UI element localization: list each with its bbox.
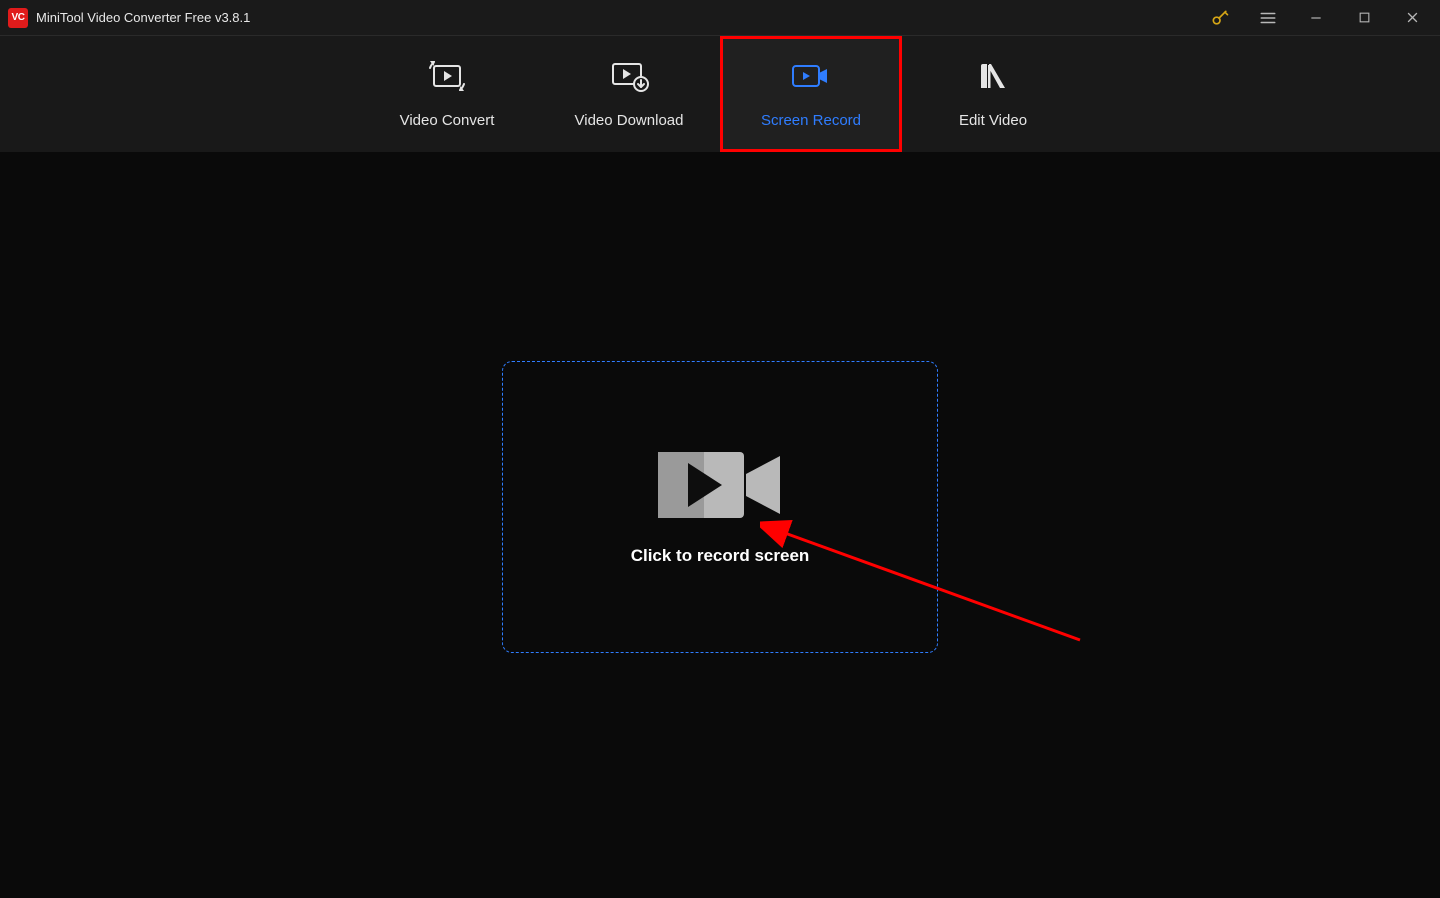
tab-video-convert[interactable]: Video Convert	[356, 36, 538, 152]
video-convert-icon	[425, 60, 469, 92]
close-button[interactable]	[1392, 3, 1432, 33]
titlebar: VC MiniTool Video Converter Free v3.8.1	[0, 0, 1440, 36]
camcorder-icon	[658, 448, 782, 522]
key-icon	[1210, 8, 1230, 28]
content-area: Click to record screen	[0, 152, 1440, 898]
video-download-icon	[607, 60, 651, 92]
maximize-button[interactable]	[1344, 3, 1384, 33]
edit-video-icon	[975, 60, 1011, 92]
screen-record-icon	[789, 60, 833, 92]
tab-label: Video Convert	[400, 112, 495, 129]
titlebar-controls	[1200, 3, 1432, 33]
tab-label: Video Download	[575, 112, 684, 129]
tab-video-download[interactable]: Video Download	[538, 36, 720, 152]
tab-label: Edit Video	[959, 112, 1027, 129]
tab-screen-record[interactable]: Screen Record	[720, 36, 902, 152]
record-cta-label: Click to record screen	[631, 546, 810, 566]
main-toolbar: Video Convert Video Download Screen Reco…	[0, 36, 1440, 152]
close-icon	[1405, 10, 1420, 25]
tab-label: Screen Record	[761, 112, 861, 129]
upgrade-key-button[interactable]	[1200, 3, 1240, 33]
menu-button[interactable]	[1248, 3, 1288, 33]
minimize-icon	[1309, 11, 1323, 25]
titlebar-left: VC MiniTool Video Converter Free v3.8.1	[8, 8, 250, 28]
app-title: MiniTool Video Converter Free v3.8.1	[36, 10, 250, 25]
maximize-icon	[1358, 11, 1371, 24]
minimize-button[interactable]	[1296, 3, 1336, 33]
record-dropzone[interactable]: Click to record screen	[502, 361, 938, 653]
hamburger-icon	[1259, 9, 1277, 27]
tab-edit-video[interactable]: Edit Video	[902, 36, 1084, 152]
app-logo: VC	[8, 8, 28, 28]
